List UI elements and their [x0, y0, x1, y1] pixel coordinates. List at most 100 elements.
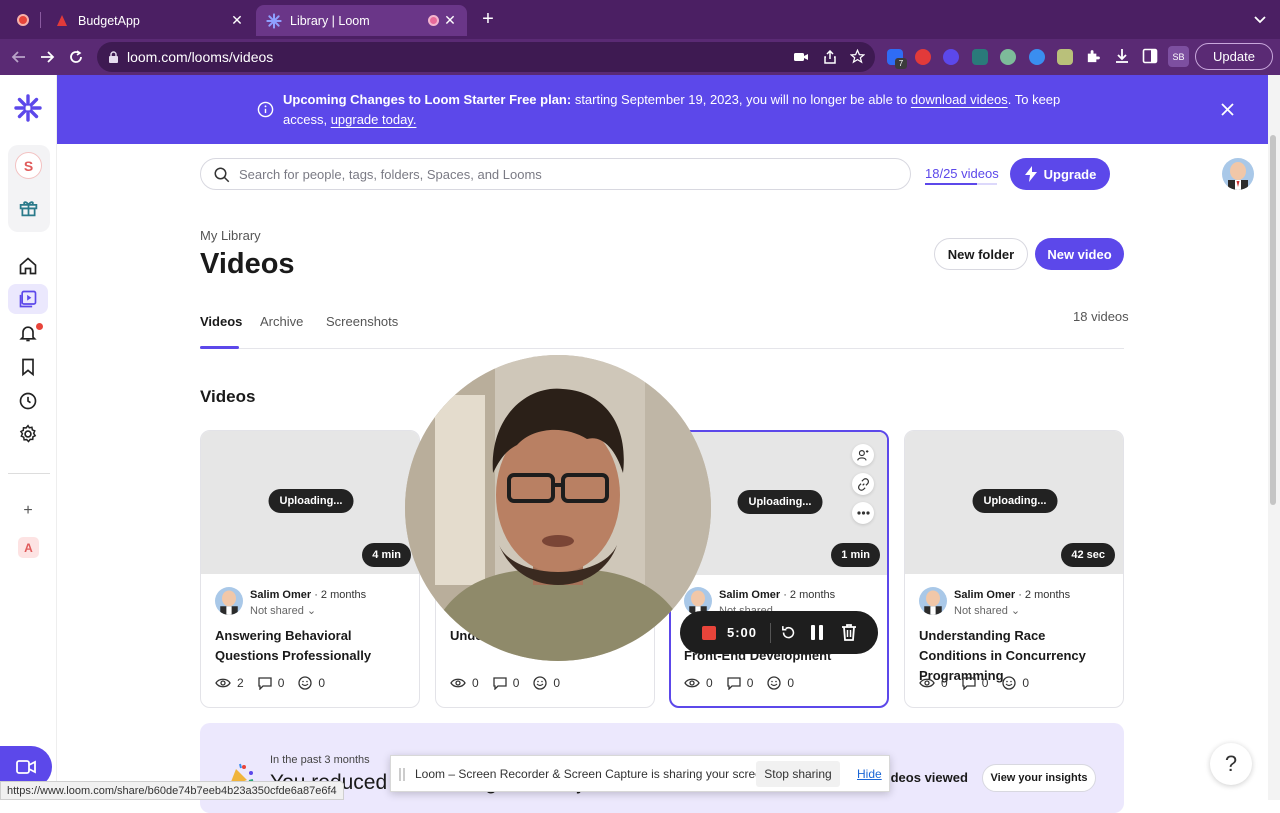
more-options-button[interactable] — [852, 502, 874, 524]
new-video-button[interactable]: New video — [1035, 238, 1124, 270]
search-bar[interactable] — [200, 158, 911, 190]
bookmark-icon — [22, 358, 34, 377]
scrollbar-thumb[interactable] — [1270, 135, 1276, 505]
reload-button[interactable] — [66, 47, 86, 67]
hide-button[interactable]: Hide — [857, 767, 882, 781]
back-button[interactable] — [9, 47, 29, 67]
bookmark-star-icon[interactable] — [850, 49, 865, 64]
extension-icon[interactable] — [1029, 49, 1045, 65]
video-quota-bar — [925, 183, 997, 185]
link-icon — [857, 477, 869, 491]
extensions-puzzle-icon[interactable] — [1085, 48, 1102, 65]
bell-icon — [19, 326, 37, 342]
gear-icon — [19, 424, 37, 443]
view-insights-button[interactable]: View your insights — [982, 764, 1096, 792]
author-name: Salim Omer — [954, 589, 1016, 601]
sharing-dropdown[interactable]: Not shared ⌄ — [250, 604, 316, 617]
address-bar[interactable]: loom.com/looms/videos — [97, 42, 875, 72]
sidebar-item-bookmarks[interactable] — [16, 355, 40, 379]
lightning-icon — [1024, 166, 1037, 182]
sharing-dropdown[interactable]: Not shared ⌄ — [954, 604, 1020, 617]
pause-icon[interactable] — [810, 625, 824, 640]
comment-count: 0 — [981, 676, 989, 690]
add-space-button[interactable]: + — [20, 502, 36, 519]
video-title[interactable]: Answering Behavioral Questions Professio… — [215, 626, 410, 666]
side-panel-icon[interactable] — [1142, 48, 1158, 64]
video-quota[interactable]: 18/25 videos — [925, 166, 999, 181]
space-avatar[interactable]: A — [18, 537, 39, 558]
tab-videos[interactable]: Videos — [200, 314, 242, 329]
download-icon[interactable] — [1114, 48, 1130, 65]
controls-divider — [770, 623, 771, 643]
video-card[interactable]: Uploading... 4 min Salim Omer · 2 months… — [200, 430, 420, 708]
videos-viewed-label: ideos viewed — [887, 770, 968, 785]
upload-status-badge: Uploading... — [972, 489, 1058, 513]
comment-count: 0 — [277, 676, 285, 690]
page-title: Videos — [200, 248, 295, 280]
gift-icon[interactable] — [18, 197, 39, 218]
tab-screenshots[interactable]: Screenshots — [326, 314, 398, 329]
close-banner-icon[interactable] — [1221, 103, 1234, 116]
eye-icon — [215, 678, 231, 688]
profile-icon[interactable]: SB — [1168, 46, 1189, 67]
sidebar: S + A — [0, 75, 57, 800]
reload-icon — [70, 50, 82, 63]
stop-sharing-button[interactable]: Stop sharing — [756, 761, 840, 787]
share-with-people-button[interactable] — [852, 444, 874, 466]
new-tab-button[interactable]: + — [478, 8, 498, 30]
sharing-message: Loom – Screen Recorder & Screen Capture … — [415, 767, 772, 781]
copy-link-button[interactable] — [852, 473, 874, 495]
loom-logo-icon[interactable] — [14, 94, 42, 122]
screen-sharing-bar: Loom – Screen Recorder & Screen Capture … — [390, 755, 890, 792]
extension-icon[interactable] — [915, 49, 931, 65]
tab-label: Library | Loom — [290, 13, 370, 28]
tab-label: BudgetApp — [78, 13, 140, 28]
close-tab-icon[interactable]: ✕ — [229, 12, 245, 28]
sidebar-item-library[interactable] — [16, 287, 40, 311]
extension-icon[interactable] — [1057, 49, 1073, 65]
extension-icon[interactable] — [1000, 49, 1016, 65]
restart-icon[interactable] — [780, 624, 797, 641]
search-input[interactable] — [239, 166, 879, 182]
tab-archive[interactable]: Archive — [260, 314, 303, 329]
webcam-bubble[interactable] — [405, 355, 711, 661]
author-line: Salim Omer · 2 months — [954, 589, 1071, 601]
help-button[interactable]: ? — [1210, 743, 1252, 785]
sidebar-divider — [8, 473, 50, 474]
share-icon[interactable] — [823, 50, 837, 65]
download-videos-link[interactable]: download videos — [911, 92, 1008, 107]
status-bar-url: https://www.loom.com/share/b60de74b7eeb4… — [0, 781, 344, 800]
extension-icon[interactable] — [972, 49, 988, 65]
sidebar-item-home[interactable] — [16, 254, 40, 278]
tab-budgetapp[interactable]: BudgetApp ✕ — [46, 5, 254, 36]
breadcrumb[interactable]: My Library — [200, 228, 261, 243]
drag-handle-icon[interactable] — [399, 768, 405, 781]
plan-change-banner: Upcoming Changes to Loom Starter Free pl… — [57, 75, 1268, 144]
video-age: 2 months — [789, 589, 836, 601]
loom-favicon-icon — [266, 12, 282, 29]
sidebar-item-settings[interactable] — [16, 422, 40, 446]
new-folder-button[interactable]: New folder — [934, 238, 1028, 270]
trash-icon[interactable] — [841, 624, 857, 641]
user-avatar[interactable] — [1222, 158, 1254, 190]
view-count: 0 — [941, 676, 948, 690]
upgrade-today-link[interactable]: upgrade today. — [331, 112, 417, 127]
camera-in-use-icon[interactable] — [793, 51, 809, 63]
comment-icon — [727, 676, 741, 690]
forward-button[interactable] — [37, 47, 57, 67]
tab-library-loom[interactable]: Library | Loom ✕ — [256, 5, 467, 36]
sidebar-item-history[interactable] — [16, 389, 40, 413]
reaction-count: 0 — [553, 676, 561, 690]
scrollbar[interactable] — [1268, 75, 1280, 800]
stop-recording-button[interactable] — [702, 626, 716, 640]
workspace-avatar[interactable]: S — [15, 152, 42, 179]
update-button[interactable]: Update — [1195, 43, 1273, 70]
video-card[interactable]: Uploading... 42 sec Salim Omer · 2 month… — [904, 430, 1124, 708]
section-title: Videos — [200, 387, 256, 406]
close-tab-icon[interactable]: ✕ — [442, 12, 458, 28]
tab-search-chevron-icon[interactable] — [1254, 15, 1266, 25]
video-stats: 0 0 0 — [450, 676, 560, 690]
loom-extension-icon[interactable] — [943, 49, 959, 65]
smiley-icon — [1002, 676, 1017, 690]
upgrade-button[interactable]: Upgrade — [1010, 158, 1110, 190]
